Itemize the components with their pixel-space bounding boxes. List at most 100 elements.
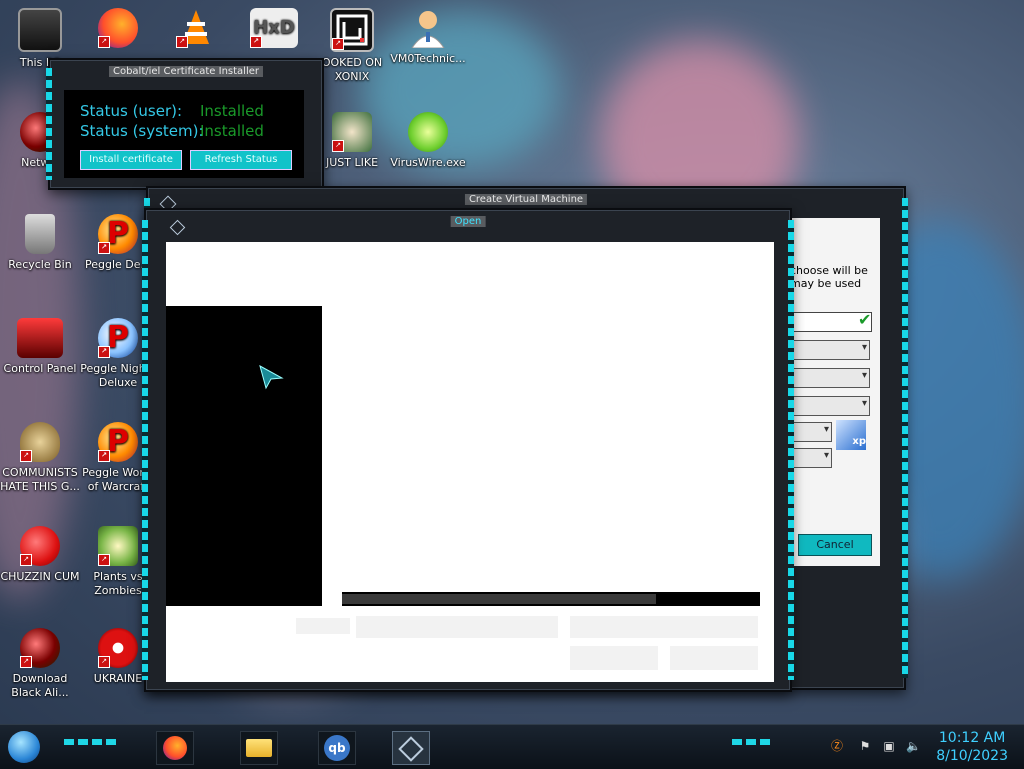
clock-time: 10:12 AM bbox=[938, 730, 1006, 746]
clock[interactable]: 10:12 AM 8/10/2023 bbox=[936, 729, 1008, 765]
desktop-icon-recycle-bin[interactable]: Recycle Bin bbox=[0, 214, 80, 272]
os-badge-text: xp bbox=[852, 436, 866, 447]
taskbar-qbittorrent[interactable]: qb bbox=[318, 731, 356, 765]
desktop-icon-label: Recycle Bin bbox=[8, 258, 72, 271]
status-user-label: Status (user): bbox=[80, 102, 183, 120]
desktop-icon-communists[interactable]: ↗ COMMUNISTS HATE THIS G... bbox=[0, 422, 80, 494]
hex-editor-icon: HxD ↗ bbox=[250, 8, 298, 48]
peggle-nights-icon: P ↗ bbox=[98, 318, 138, 358]
vm-hint-text: choose will be may be used bbox=[790, 264, 868, 290]
window-rail bbox=[788, 220, 794, 680]
taskbar-decoration bbox=[64, 739, 120, 745]
clock-date: 8/10/2023 bbox=[936, 748, 1008, 764]
desktop-icon-label: JUST LIKE bbox=[325, 156, 379, 169]
window-title: Cobalt/iel Certificate Installer bbox=[108, 66, 264, 77]
open-dialog-content bbox=[166, 242, 774, 682]
vlc-cone-icon: ↗ bbox=[176, 8, 216, 48]
desktop-icon-firefox[interactable]: ↗ bbox=[78, 8, 158, 52]
vm-iso-combo[interactable] bbox=[790, 368, 870, 388]
peggle-icon: P ↗ bbox=[98, 214, 138, 254]
file-preview-pane bbox=[166, 306, 322, 606]
desktop-icon-vlc[interactable]: ↗ bbox=[156, 8, 236, 52]
open-button[interactable] bbox=[570, 646, 658, 670]
recycle-bin-icon bbox=[25, 214, 55, 254]
placeholder-box bbox=[296, 618, 350, 634]
chuzzle-icon: ↗ bbox=[20, 526, 60, 566]
peggle-wow-icon: P ↗ bbox=[98, 422, 138, 462]
money-bag-icon: ↗ bbox=[20, 422, 60, 462]
certificate-installer-window[interactable]: Cobalt/iel Certificate Installer Status … bbox=[46, 58, 324, 190]
maze-game-icon: ↗ bbox=[330, 8, 374, 52]
lime-slice-icon bbox=[408, 112, 448, 152]
desktop-icon-vm0technic[interactable]: VM0Technic... bbox=[388, 8, 468, 66]
window-rail bbox=[46, 68, 52, 180]
volume-icon[interactable]: 🔈 bbox=[906, 739, 921, 753]
desktop-icon-label: VM0Technic... bbox=[390, 52, 466, 65]
control-panel-icon bbox=[17, 318, 63, 358]
status-user-value: Installed bbox=[200, 102, 264, 120]
desktop-icon-label: CHUZZIN CUM bbox=[0, 570, 80, 583]
network-icon[interactable]: ▣ bbox=[882, 739, 896, 753]
status-system-label: Status (system): bbox=[80, 122, 204, 140]
computer-icon bbox=[18, 8, 62, 52]
status-user-row: Status (user): Installed bbox=[80, 102, 264, 120]
radiation-icon: ↗ bbox=[98, 628, 138, 668]
desktop-icon-label: COMMUNISTS HATE THIS G... bbox=[0, 466, 80, 493]
window-rail bbox=[142, 220, 148, 680]
action-center-flag-icon[interactable]: ⚑ bbox=[858, 739, 872, 753]
install-certificate-button[interactable]: Install certificate bbox=[80, 150, 182, 170]
windows-xp-logo-icon: xp bbox=[836, 420, 866, 450]
virtualbox-icon bbox=[398, 736, 424, 762]
cancel-open-button[interactable] bbox=[670, 646, 758, 670]
desktop-icon-viruswire[interactable]: VirusWire.exe bbox=[388, 112, 468, 170]
firefox-icon: ↗ bbox=[98, 8, 138, 48]
vm-settings-panel: choose will be may be used ✔ xp bbox=[788, 218, 880, 566]
desktop-icon-label: VirusWire.exe bbox=[390, 156, 466, 169]
progress-fill bbox=[342, 594, 656, 604]
valid-checkmark-icon: ✔ bbox=[858, 310, 872, 329]
file-name-field[interactable] bbox=[356, 616, 558, 638]
desktop-icon-label: Download Black Ali... bbox=[11, 672, 69, 699]
cancel-button[interactable]: Cancel bbox=[798, 534, 872, 556]
window-title: Open bbox=[450, 216, 486, 227]
status-system-value: Installed bbox=[200, 122, 264, 140]
doctor-avatar-icon bbox=[408, 8, 448, 49]
file-type-filter[interactable] bbox=[570, 616, 758, 638]
refresh-status-button[interactable]: Refresh Status bbox=[190, 150, 292, 170]
desktop-icon-label: OOKED ON XONIX bbox=[321, 56, 383, 83]
qbittorrent-icon: qb bbox=[324, 735, 350, 761]
desktop-icon-label: Plants vs Zombies bbox=[93, 570, 143, 597]
vm-version-combo[interactable] bbox=[790, 448, 832, 468]
vm-edition-combo[interactable] bbox=[790, 396, 870, 416]
tray-app-icon[interactable]: Ⓩ bbox=[830, 739, 844, 753]
black-orb-icon: ↗ bbox=[20, 628, 60, 668]
window-rail bbox=[902, 198, 908, 678]
cursor-arrow-icon bbox=[258, 364, 284, 394]
virtualbox-icon bbox=[169, 219, 186, 236]
firefox-icon bbox=[163, 736, 187, 760]
desktop-icon-just-like[interactable]: ↗ JUST LIKE bbox=[312, 112, 392, 170]
open-dialog[interactable]: Open bbox=[142, 208, 794, 692]
taskbar-firefox[interactable] bbox=[156, 731, 194, 765]
desktop-icon-label: Control Panel bbox=[3, 362, 77, 375]
santa-elf-icon: ↗ bbox=[332, 112, 372, 152]
qb-text: qb bbox=[328, 741, 346, 755]
start-button[interactable] bbox=[8, 731, 40, 763]
status-system-row: Status (system): Installed bbox=[80, 122, 264, 140]
taskbar-virtualbox[interactable] bbox=[392, 731, 430, 765]
desktop-icon-label: UKRAINE bbox=[93, 672, 143, 685]
plants-vs-zombies-icon: ↗ bbox=[98, 526, 138, 566]
vm-type-combo[interactable] bbox=[790, 422, 832, 442]
desktop-icon-hxd[interactable]: HxD ↗ bbox=[234, 8, 314, 52]
desktop-icon-download-black-ali[interactable]: ↗ Download Black Ali... bbox=[0, 628, 80, 700]
taskbar: qb Ⓩ ⚑ ▣ 🔈 10:12 AM 8/10/2023 bbox=[0, 724, 1024, 769]
vm-folder-combo[interactable] bbox=[790, 340, 870, 360]
taskbar-file-explorer[interactable] bbox=[240, 731, 278, 765]
folder-icon bbox=[246, 739, 272, 757]
desktop-icon-chuzzin[interactable]: ↗ CHUZZIN CUM bbox=[0, 526, 80, 584]
taskbar-decoration bbox=[732, 739, 772, 745]
desktop-icon-hooked-on-xonix[interactable]: ↗ OOKED ON XONIX bbox=[312, 8, 392, 84]
desktop-icon-control-panel[interactable]: Control Panel bbox=[0, 318, 80, 376]
loading-progress-bar bbox=[342, 592, 760, 606]
window-title: Create Virtual Machine bbox=[464, 194, 588, 205]
